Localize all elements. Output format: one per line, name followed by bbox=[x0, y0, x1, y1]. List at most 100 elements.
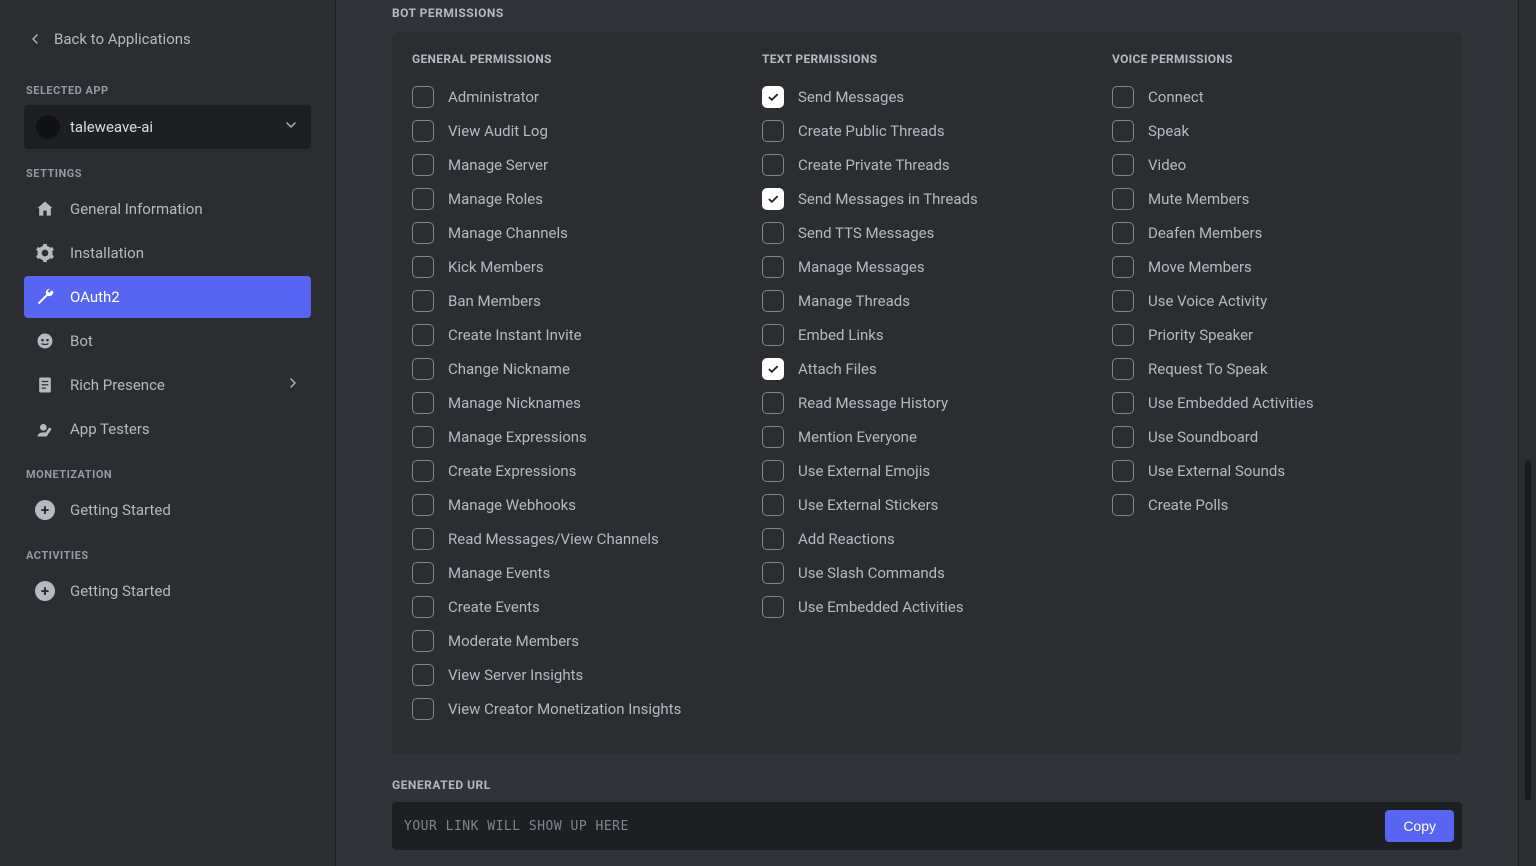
permission-row[interactable]: Video bbox=[1112, 148, 1442, 182]
permission-checkbox[interactable] bbox=[1112, 154, 1134, 176]
permission-row[interactable]: Use Embedded Activities bbox=[1112, 386, 1442, 420]
permission-checkbox[interactable] bbox=[762, 154, 784, 176]
scrollbar[interactable] bbox=[1518, 0, 1536, 866]
permission-checkbox[interactable] bbox=[1112, 392, 1134, 414]
permission-row[interactable]: Request To Speak bbox=[1112, 352, 1442, 386]
permission-checkbox[interactable] bbox=[412, 222, 434, 244]
permission-row[interactable]: View Audit Log bbox=[412, 114, 742, 148]
permission-checkbox[interactable] bbox=[762, 494, 784, 516]
permission-checkbox[interactable] bbox=[412, 596, 434, 618]
permission-checkbox[interactable] bbox=[1112, 494, 1134, 516]
permission-row[interactable]: View Creator Monetization Insights bbox=[412, 692, 742, 726]
permission-row[interactable]: Read Messages/View Channels bbox=[412, 522, 742, 556]
permission-row[interactable]: Deafen Members bbox=[1112, 216, 1442, 250]
permission-checkbox[interactable] bbox=[762, 188, 784, 210]
permission-checkbox[interactable] bbox=[412, 120, 434, 142]
permission-checkbox[interactable] bbox=[762, 426, 784, 448]
permission-checkbox[interactable] bbox=[762, 562, 784, 584]
permission-checkbox[interactable] bbox=[412, 460, 434, 482]
nav-oauth2[interactable]: OAuth2 bbox=[24, 276, 311, 318]
permission-checkbox[interactable] bbox=[412, 664, 434, 686]
permission-row[interactable]: Kick Members bbox=[412, 250, 742, 284]
permission-row[interactable]: Create Instant Invite bbox=[412, 318, 742, 352]
permission-row[interactable]: Move Members bbox=[1112, 250, 1442, 284]
permission-row[interactable]: Moderate Members bbox=[412, 624, 742, 658]
permission-checkbox[interactable] bbox=[412, 494, 434, 516]
permission-row[interactable]: Use External Emojis bbox=[762, 454, 1092, 488]
permission-checkbox[interactable] bbox=[762, 596, 784, 618]
permission-checkbox[interactable] bbox=[1112, 290, 1134, 312]
nav-rich-presence[interactable]: Rich Presence bbox=[24, 364, 311, 406]
permission-row[interactable]: Use External Sounds bbox=[1112, 454, 1442, 488]
permission-checkbox[interactable] bbox=[412, 562, 434, 584]
app-selector[interactable]: taleweave-ai bbox=[24, 105, 311, 149]
permission-row[interactable]: Manage Threads bbox=[762, 284, 1092, 318]
permission-row[interactable]: Manage Nicknames bbox=[412, 386, 742, 420]
nav-app-testers[interactable]: App Testers bbox=[24, 408, 311, 450]
permission-row[interactable]: Send Messages bbox=[762, 80, 1092, 114]
permission-checkbox[interactable] bbox=[762, 460, 784, 482]
permission-checkbox[interactable] bbox=[412, 324, 434, 346]
copy-button[interactable]: Copy bbox=[1385, 810, 1454, 842]
permission-checkbox[interactable] bbox=[1112, 222, 1134, 244]
permission-checkbox[interactable] bbox=[762, 120, 784, 142]
permission-checkbox[interactable] bbox=[412, 528, 434, 550]
permission-checkbox[interactable] bbox=[762, 86, 784, 108]
permission-checkbox[interactable] bbox=[762, 392, 784, 414]
permission-row[interactable]: Connect bbox=[1112, 80, 1442, 114]
permission-row[interactable]: Manage Events bbox=[412, 556, 742, 590]
permission-row[interactable]: Create Expressions bbox=[412, 454, 742, 488]
permission-checkbox[interactable] bbox=[762, 290, 784, 312]
permission-checkbox[interactable] bbox=[1112, 460, 1134, 482]
permission-checkbox[interactable] bbox=[1112, 358, 1134, 380]
nav-monetization-getting-started[interactable]: + Getting Started bbox=[24, 489, 311, 531]
permission-row[interactable]: Create Polls bbox=[1112, 488, 1442, 522]
back-to-applications-link[interactable]: Back to Applications bbox=[24, 20, 311, 66]
permission-row[interactable]: Add Reactions bbox=[762, 522, 1092, 556]
permission-row[interactable]: Read Message History bbox=[762, 386, 1092, 420]
permission-row[interactable]: Create Events bbox=[412, 590, 742, 624]
permission-row[interactable]: Use Slash Commands bbox=[762, 556, 1092, 590]
permission-row[interactable]: Manage Roles bbox=[412, 182, 742, 216]
permission-checkbox[interactable] bbox=[412, 256, 434, 278]
permission-checkbox[interactable] bbox=[412, 86, 434, 108]
permission-checkbox[interactable] bbox=[412, 358, 434, 380]
permission-row[interactable]: Manage Server bbox=[412, 148, 742, 182]
permission-checkbox[interactable] bbox=[412, 698, 434, 720]
nav-bot[interactable]: Bot bbox=[24, 320, 311, 362]
permission-checkbox[interactable] bbox=[1112, 120, 1134, 142]
permission-row[interactable]: Send Messages in Threads bbox=[762, 182, 1092, 216]
permission-row[interactable]: Manage Expressions bbox=[412, 420, 742, 454]
permission-checkbox[interactable] bbox=[412, 426, 434, 448]
nav-activities-getting-started[interactable]: + Getting Started bbox=[24, 570, 311, 612]
permission-row[interactable]: Speak bbox=[1112, 114, 1442, 148]
permission-checkbox[interactable] bbox=[762, 528, 784, 550]
permission-checkbox[interactable] bbox=[412, 630, 434, 652]
permission-row[interactable]: Send TTS Messages bbox=[762, 216, 1092, 250]
permission-row[interactable]: Priority Speaker bbox=[1112, 318, 1442, 352]
permission-row[interactable]: Embed Links bbox=[762, 318, 1092, 352]
permission-checkbox[interactable] bbox=[1112, 256, 1134, 278]
permission-row[interactable]: Create Public Threads bbox=[762, 114, 1092, 148]
permission-checkbox[interactable] bbox=[412, 290, 434, 312]
permission-row[interactable]: Mention Everyone bbox=[762, 420, 1092, 454]
permission-checkbox[interactable] bbox=[412, 154, 434, 176]
permission-checkbox[interactable] bbox=[762, 358, 784, 380]
permission-checkbox[interactable] bbox=[1112, 426, 1134, 448]
permission-row[interactable]: Use External Stickers bbox=[762, 488, 1092, 522]
permission-row[interactable]: Use Voice Activity bbox=[1112, 284, 1442, 318]
permission-row[interactable]: Create Private Threads bbox=[762, 148, 1092, 182]
permission-checkbox[interactable] bbox=[1112, 86, 1134, 108]
permission-checkbox[interactable] bbox=[762, 324, 784, 346]
permission-row[interactable]: Manage Webhooks bbox=[412, 488, 742, 522]
permission-row[interactable]: Administrator bbox=[412, 80, 742, 114]
permission-row[interactable]: Change Nickname bbox=[412, 352, 742, 386]
permission-row[interactable]: Mute Members bbox=[1112, 182, 1442, 216]
permission-checkbox[interactable] bbox=[762, 256, 784, 278]
permission-row[interactable]: View Server Insights bbox=[412, 658, 742, 692]
permission-row[interactable]: Ban Members bbox=[412, 284, 742, 318]
permission-checkbox[interactable] bbox=[412, 188, 434, 210]
permission-checkbox[interactable] bbox=[762, 222, 784, 244]
permission-row[interactable]: Use Embedded Activities bbox=[762, 590, 1092, 624]
permission-row[interactable]: Manage Channels bbox=[412, 216, 742, 250]
